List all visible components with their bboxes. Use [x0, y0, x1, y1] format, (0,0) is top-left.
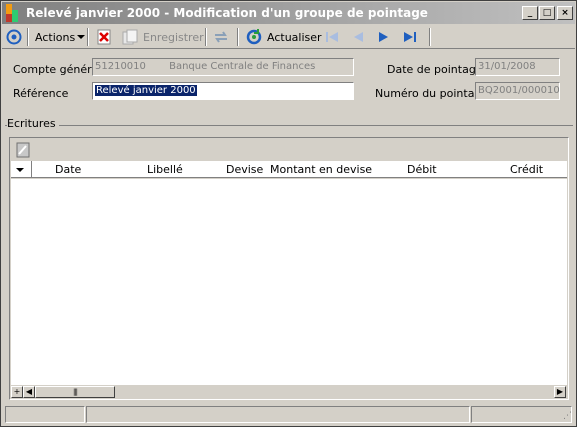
previous-record-button[interactable] [350, 27, 366, 47]
column-header-currency[interactable]: Devise [226, 163, 263, 176]
resize-grip-icon[interactable]: ⋰ [563, 411, 572, 421]
expand-icon[interactable]: + [11, 386, 23, 398]
app-window: Relevé janvier 2000 - Modification d'un … [0, 0, 577, 427]
first-record-button[interactable] [324, 27, 340, 47]
entries-group-title: Ecritures [7, 117, 59, 130]
new-entry-icon[interactable] [16, 142, 30, 158]
date-label: Date de pointage [387, 63, 483, 76]
previous-icon [354, 32, 363, 42]
number-label: Numéro du pointage [375, 87, 489, 100]
save-label: Enregistrer [143, 30, 204, 44]
status-panel-2 [86, 406, 470, 423]
refresh-button[interactable]: Actualiser [246, 27, 322, 47]
sync-button[interactable] [213, 27, 229, 47]
account-label: Compte général [13, 63, 102, 76]
column-header-debit[interactable]: Débit [407, 163, 437, 176]
first-icon [326, 32, 338, 42]
app-logo-icon [6, 4, 24, 22]
date-field[interactable]: 31/01/2008 [475, 58, 560, 76]
save-button[interactable]: Enregistrer [122, 27, 204, 47]
save-icon [122, 29, 138, 45]
scroll-right-button[interactable]: ▶ [554, 386, 566, 398]
title-bar[interactable]: Relevé janvier 2000 - Modification d'un … [2, 2, 575, 24]
grid-header: Date Libellé Devise Montant en devise Dé… [11, 161, 567, 178]
column-header-credit[interactable]: Crédit [510, 163, 543, 176]
status-bar: ⋰ [2, 404, 575, 424]
reference-value: Relevé janvier 2000 [95, 85, 197, 96]
grid-body[interactable] [11, 179, 567, 385]
refresh-label: Actualiser [267, 30, 322, 44]
account-code: 51210010 [95, 61, 146, 72]
column-header-label[interactable]: Libellé [147, 163, 183, 176]
last-record-button[interactable] [402, 27, 418, 47]
account-name: Banque Centrale de Finances [169, 61, 316, 72]
next-record-button[interactable] [376, 27, 392, 47]
actions-label: Actions [35, 30, 76, 44]
actions-menu-button[interactable]: Actions [35, 27, 86, 47]
column-header-currency-amount[interactable]: Montant en devise [270, 163, 372, 176]
group-divider [5, 125, 573, 126]
column-header-date[interactable]: Date [55, 163, 81, 176]
status-panel-3 [471, 406, 572, 423]
account-field[interactable]: 51210010 Banque Centrale de Finances [92, 58, 354, 76]
reference-label: Référence [13, 87, 69, 100]
caret-down-icon [77, 35, 86, 39]
grid-toolbar [11, 139, 567, 161]
close-button[interactable]: × [557, 6, 573, 20]
reference-input[interactable]: Relevé janvier 2000 [92, 82, 354, 100]
radio-target-icon[interactable] [6, 27, 22, 47]
number-field[interactable]: BQ2001/000010 [475, 82, 560, 100]
last-icon [404, 32, 416, 42]
scroll-thumb[interactable]: ||| [35, 386, 115, 398]
next-icon [379, 32, 388, 42]
refresh-icon [246, 29, 262, 45]
status-panel-1 [5, 406, 85, 423]
minimize-button[interactable]: _ [522, 6, 538, 20]
delete-icon [97, 29, 111, 45]
horizontal-scrollbar[interactable]: + ◀ ||| ▶ [11, 385, 567, 399]
sync-icon [215, 31, 227, 43]
maximize-button[interactable]: □ [539, 6, 555, 20]
window-title: Relevé janvier 2000 - Modification d'un … [26, 6, 428, 20]
entries-grid: Date Libellé Devise Montant en devise Dé… [9, 137, 569, 400]
toolbar: Actions Enregistrer Actualiser [2, 25, 575, 49]
row-selector-caret-icon[interactable] [16, 167, 24, 173]
delete-button[interactable] [96, 27, 112, 47]
scroll-left-button[interactable]: ◀ [23, 386, 35, 398]
